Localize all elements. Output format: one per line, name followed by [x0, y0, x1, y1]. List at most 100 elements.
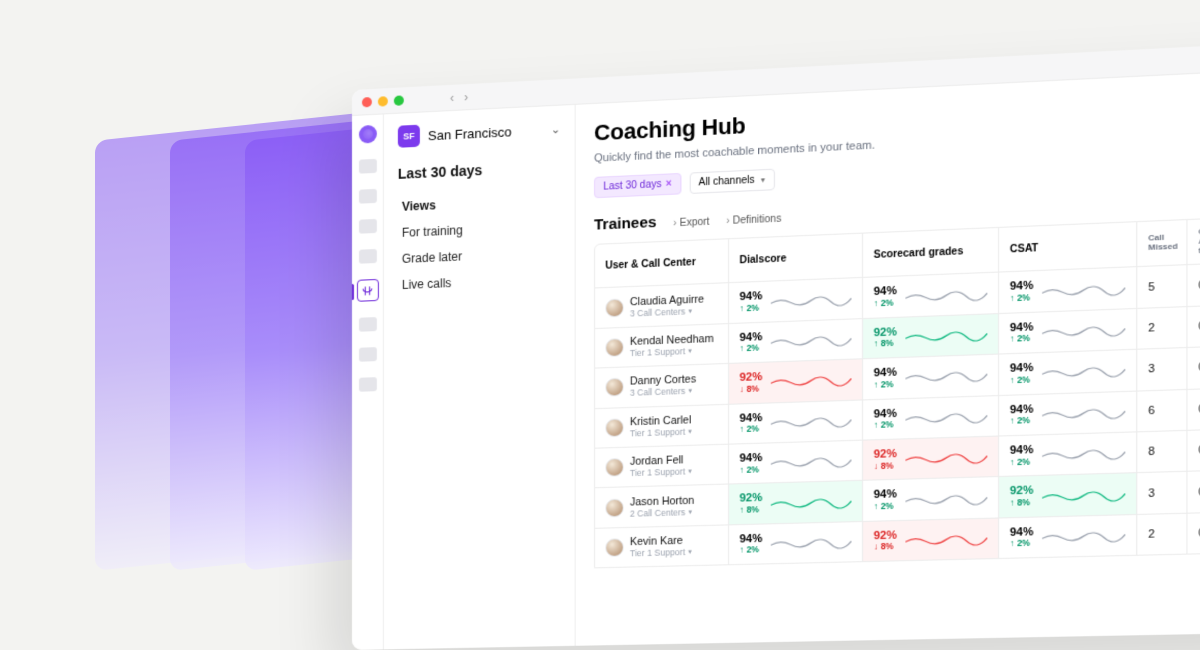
sidebar-item[interactable]: For training [402, 215, 560, 244]
chevron-down-icon: ▾ [688, 427, 692, 435]
user-cell[interactable]: Danny Cortes 3 Call Centers▾ [595, 364, 729, 408]
user-subtitle[interactable]: 2 Call Centers▾ [630, 507, 694, 519]
user-subtitle[interactable]: 3 Call Centers▾ [630, 386, 696, 398]
chip-remove-icon[interactable]: × [666, 178, 672, 189]
metric-cell-dialscore[interactable]: 94% 2% [729, 278, 863, 323]
definitions-link[interactable]: Definitions [726, 213, 781, 227]
metric-delta: 8% [739, 505, 762, 516]
export-link[interactable]: Export [673, 217, 709, 230]
metric-cell-scorecard[interactable]: 92% 8% [863, 518, 999, 561]
filter-chip-channels[interactable]: All channels ▾ [689, 169, 774, 194]
nav-forward-icon[interactable]: › [464, 90, 468, 104]
metric-cell-scorecard[interactable]: 94% 2% [863, 273, 999, 318]
sparkline-icon [771, 494, 852, 511]
metric-delta: 2% [1010, 539, 1034, 550]
sidebar-item[interactable]: Views [402, 189, 560, 218]
rail-item[interactable] [358, 219, 376, 234]
user-cell[interactable]: Kristin Carlel Tier 1 Support▾ [595, 404, 729, 447]
col-dialscore[interactable]: Dialscore [739, 250, 851, 266]
table-title: Trainees [594, 214, 656, 234]
metric-delta: 8% [874, 542, 897, 553]
metric-cell-dialscore[interactable]: 94% 2% [729, 319, 863, 363]
hold-cell: 00:15 [1187, 304, 1200, 347]
metric-cell-csat[interactable]: 94% 2% [999, 268, 1137, 313]
sparkline-icon [905, 450, 987, 467]
metric-cell-scorecard[interactable]: 94% 2% [863, 355, 999, 399]
metric-cell-csat[interactable]: 94% 2% [999, 350, 1137, 395]
user-subtitle[interactable]: Tier 1 Support▾ [630, 345, 714, 358]
sidebar-item[interactable]: Grade later [402, 241, 560, 270]
app-window: ‹ › ⟳ SF San Francisco ⌄ [352, 41, 1200, 650]
rail-item[interactable] [358, 159, 376, 174]
sparkline-icon [905, 531, 987, 547]
col-user[interactable]: User & Call Center [605, 256, 717, 272]
nav-back-icon[interactable]: ‹ [450, 90, 454, 104]
metric-cell-csat[interactable]: 94% 2% [999, 309, 1137, 354]
metric-cell-csat[interactable]: 94% 2% [999, 515, 1137, 558]
sidebar-item[interactable]: Live calls [402, 268, 560, 296]
metric-delta: 2% [1010, 457, 1034, 468]
sparkline-icon [1042, 445, 1125, 462]
metric-cell-csat[interactable]: 92% 8% [999, 474, 1137, 518]
metric-cell-scorecard[interactable]: 94% 2% [863, 477, 999, 520]
user-subtitle[interactable]: 3 Call Centers▾ [630, 305, 704, 318]
missed-cell: 2 [1137, 307, 1187, 349]
rail-item[interactable] [358, 189, 376, 204]
metric-cell-scorecard[interactable]: 92% 8% [863, 314, 999, 359]
org-switcher[interactable]: SF San Francisco ⌄ [398, 118, 561, 148]
metric-delta: 2% [739, 424, 762, 435]
metric-cell-dialscore[interactable]: 94% 2% [729, 522, 863, 565]
sparkline-icon [1042, 322, 1125, 340]
user-cell[interactable]: Kendal Needham Tier 1 Support▾ [595, 324, 729, 368]
window-close-icon[interactable] [362, 96, 372, 107]
chevron-down-icon: ▾ [688, 347, 692, 355]
metric-cell-dialscore[interactable]: 92% 8% [729, 481, 863, 524]
missed-cell: 2 [1137, 514, 1187, 555]
metric-cell-csat[interactable]: 94% 2% [999, 391, 1137, 435]
avatar [605, 538, 623, 557]
user-subtitle[interactable]: Tier 1 Support▾ [630, 426, 692, 438]
metric-delta: 8% [874, 461, 897, 472]
hold-cell: 00:18 [1187, 345, 1200, 388]
sidebar: SF San Francisco ⌄ Last 30 days ViewsFor… [384, 105, 576, 650]
col-scorecard[interactable]: Scorecard grades [874, 245, 988, 261]
avatar [605, 418, 623, 437]
sparkline-icon [771, 535, 852, 551]
user-cell[interactable]: Jason Horton 2 Call Centers▾ [595, 485, 729, 528]
window-minimize-icon[interactable] [378, 96, 388, 107]
rail-item[interactable] [358, 249, 376, 264]
rail-item[interactable] [358, 317, 376, 332]
missed-cell: 6 [1137, 390, 1187, 432]
app-logo-icon[interactable] [358, 125, 376, 144]
user-cell[interactable]: Kevin Kare Tier 1 Support▾ [595, 525, 729, 567]
rail-item[interactable] [358, 347, 376, 362]
col-missed-2: Missed [1148, 243, 1175, 253]
metric-cell-dialscore[interactable]: 92% 8% [729, 359, 863, 403]
main-pane: Coaching Hub Quickly find the most coach… [576, 69, 1200, 646]
metric-delta: 2% [739, 465, 762, 476]
avatar [605, 378, 623, 397]
metric-cell-dialscore[interactable]: 94% 2% [729, 400, 863, 444]
missed-cell: 5 [1137, 266, 1187, 308]
user-cell[interactable]: Jordan Fell Tier 1 Support▾ [595, 445, 729, 488]
metric-delta: 8% [1010, 498, 1034, 509]
sidebar-range-header: Last 30 days [398, 158, 561, 182]
rail-item[interactable] [358, 377, 376, 392]
col-csat[interactable]: CSAT [1010, 239, 1125, 255]
metric-cell-scorecard[interactable]: 94% 2% [863, 396, 999, 440]
user-cell[interactable]: Claudia Aguirre 3 Call Centers▾ [595, 284, 729, 328]
filter-chip-range[interactable]: Last 30 days × [594, 173, 681, 198]
user-subtitle[interactable]: Tier 1 Support▾ [630, 466, 692, 478]
avatar [605, 338, 623, 357]
metric-cell-dialscore[interactable]: 94% 2% [729, 441, 863, 484]
window-zoom-icon[interactable] [394, 95, 404, 106]
metric-cell-scorecard[interactable]: 92% 8% [863, 437, 999, 481]
metric-cell-csat[interactable]: 94% 2% [999, 432, 1137, 476]
sparkline-icon [905, 490, 987, 507]
user-subtitle[interactable]: Tier 1 Support▾ [630, 547, 692, 559]
rail-item-coaching[interactable] [356, 279, 378, 302]
metric-delta: 2% [1010, 334, 1034, 345]
metric-delta: 2% [874, 380, 897, 391]
missed-cell: 3 [1137, 348, 1187, 390]
chevron-down-icon: ▾ [689, 508, 693, 516]
